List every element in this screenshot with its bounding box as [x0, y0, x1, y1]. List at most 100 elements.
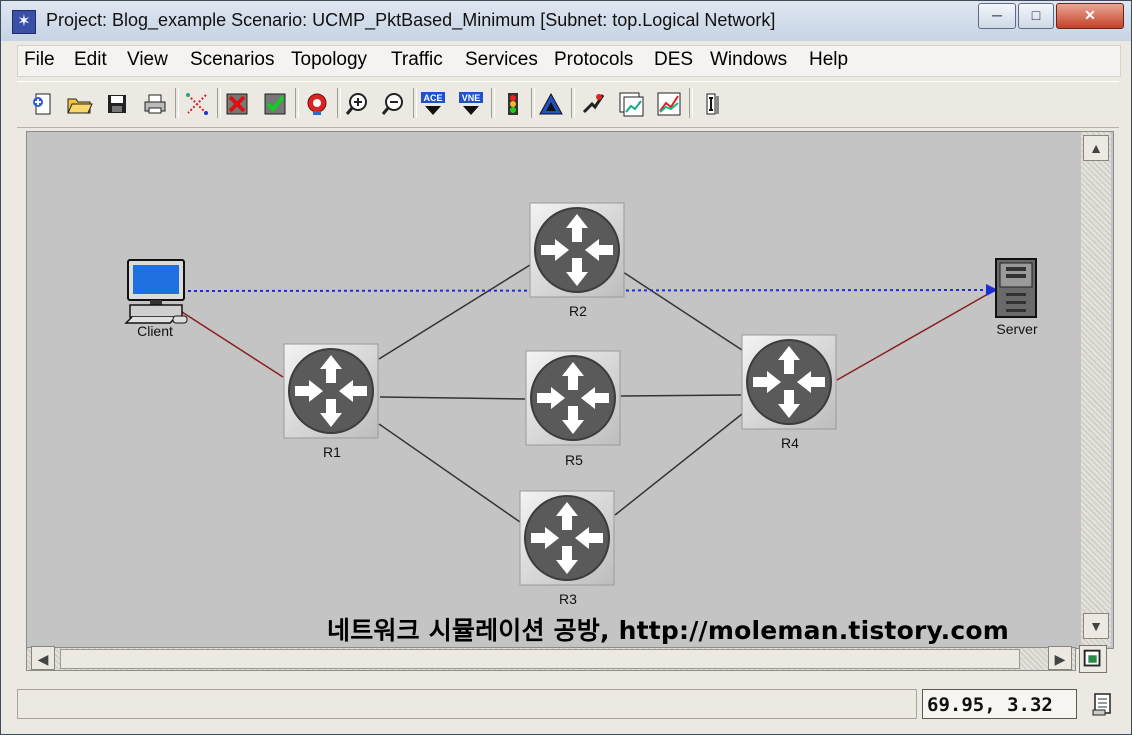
- toolbar-separator: [217, 88, 221, 118]
- print-icon: [144, 94, 166, 114]
- node-server[interactable]: Server: [995, 258, 1038, 337]
- horizontal-scroll-thumb[interactable]: [60, 649, 1020, 669]
- link-client-r1[interactable]: [181, 311, 284, 378]
- menu-services[interactable]: Services: [465, 49, 538, 71]
- link-button[interactable]: [183, 90, 211, 118]
- link-r2-r4[interactable]: [622, 271, 743, 351]
- toolbar-separator: [491, 88, 495, 118]
- scroll-down-button[interactable]: ▼: [1083, 613, 1109, 639]
- message-log-button[interactable]: [1091, 691, 1115, 717]
- link-r4-server[interactable]: [836, 289, 996, 381]
- vne-button[interactable]: VNE: [457, 90, 485, 118]
- app-star-icon: ✶: [12, 10, 36, 34]
- node-client[interactable]: Client: [124, 259, 188, 339]
- menu-traffic[interactable]: Traffic: [391, 49, 443, 71]
- r3-label: R3: [559, 591, 577, 607]
- router-icon: [529, 202, 625, 298]
- application-window: ✶ Project: Blog_example Scenario: UCMP_P…: [0, 0, 1132, 735]
- router-icon: [741, 334, 837, 430]
- node-r4[interactable]: R4: [741, 334, 837, 451]
- fail-node-button[interactable]: [223, 90, 251, 118]
- verify-links-icon: [264, 93, 286, 115]
- menu-help[interactable]: Help: [809, 49, 848, 71]
- run-simulation-icon: [582, 94, 605, 114]
- open-folder-icon: [67, 98, 93, 114]
- traffic-light-button[interactable]: [499, 90, 527, 118]
- svg-text:ACE: ACE: [423, 93, 442, 103]
- node-r2[interactable]: R2: [529, 202, 625, 319]
- status-bar: 69.95, 3.32: [17, 689, 1119, 721]
- print-button[interactable]: [141, 90, 169, 118]
- ace-icon: ACE: [421, 92, 445, 115]
- save-icon: [108, 95, 126, 113]
- horizontal-scrollbar[interactable]: ◀ ▶: [26, 646, 1076, 671]
- configure-button[interactable]: [303, 90, 331, 118]
- link-r1-r5[interactable]: [379, 396, 526, 400]
- menu-scenarios[interactable]: Scenarios: [190, 49, 275, 71]
- new-project-icon: [33, 93, 51, 115]
- zoom-out-button[interactable]: [379, 90, 407, 118]
- zoom-out-icon: [381, 93, 403, 115]
- save-button[interactable]: [103, 90, 131, 118]
- node-r1[interactable]: R1: [283, 343, 379, 460]
- workstation-icon: [124, 259, 188, 324]
- graph-results-button[interactable]: [655, 90, 683, 118]
- r5-label: R5: [565, 452, 583, 468]
- r2-label: R2: [569, 303, 587, 319]
- menu-windows[interactable]: Windows: [710, 49, 787, 71]
- link-r1-r2[interactable]: [378, 264, 531, 360]
- view-results-icon: [619, 92, 644, 117]
- link-r1-r3[interactable]: [378, 423, 521, 523]
- project-workspace[interactable]: Client R1 R2 R5 R3 R4 Server ▲ ▼: [26, 131, 1114, 649]
- ace-button[interactable]: ACE: [419, 90, 447, 118]
- new-project-button[interactable]: [29, 90, 57, 118]
- view-results-button[interactable]: [617, 90, 645, 118]
- link-r3-r4[interactable]: [614, 413, 743, 516]
- info-icon: [706, 93, 719, 115]
- toolbar-separator: [689, 88, 693, 118]
- network-canvas[interactable]: Client R1 R2 R5 R3 R4 Server: [27, 132, 1079, 646]
- link-r5-r4[interactable]: [620, 394, 742, 397]
- overview-button[interactable]: [1079, 645, 1107, 673]
- scroll-right-button[interactable]: ▶: [1048, 646, 1072, 670]
- title-bar[interactable]: ✶ Project: Blog_example Scenario: UCMP_P…: [1, 1, 1131, 41]
- menu-protocols[interactable]: Protocols: [554, 49, 633, 71]
- server-icon: [995, 258, 1037, 318]
- toolbar-separator: [413, 88, 417, 118]
- zoom-in-icon: [345, 93, 367, 115]
- vertical-scrollbar[interactable]: ▲ ▼: [1081, 132, 1111, 646]
- menu-des[interactable]: DES: [654, 49, 693, 71]
- r1-label: R1: [323, 444, 341, 460]
- configure-icon: [307, 93, 327, 115]
- zoom-in-button[interactable]: [343, 90, 371, 118]
- menu-topology[interactable]: Topology: [291, 49, 367, 71]
- status-message-area: [17, 689, 917, 719]
- menu-edit[interactable]: Edit: [74, 49, 107, 71]
- maximize-button[interactable]: □: [1018, 3, 1054, 29]
- toolbar-separator: [295, 88, 299, 118]
- node-r5[interactable]: R5: [525, 350, 621, 468]
- minimize-button[interactable]: ─: [978, 3, 1016, 29]
- fail-node-icon: [226, 93, 248, 115]
- scroll-up-button[interactable]: ▲: [1083, 135, 1109, 161]
- router-icon: [283, 343, 379, 439]
- open-button[interactable]: [65, 90, 93, 118]
- svg-text:VNE: VNE: [462, 93, 481, 103]
- info-button[interactable]: [697, 90, 725, 118]
- toolbar-separator: [337, 88, 341, 118]
- server-label: Server: [996, 321, 1038, 337]
- scroll-left-button[interactable]: ◀: [31, 646, 55, 670]
- close-button[interactable]: ✕: [1056, 3, 1124, 29]
- cursor-coordinates: 69.95, 3.32: [922, 689, 1077, 719]
- node-r3[interactable]: R3: [519, 490, 615, 607]
- menu-view[interactable]: View: [127, 49, 168, 71]
- graph-results-icon: [657, 92, 681, 116]
- nav-up-button[interactable]: [537, 90, 565, 118]
- verify-links-button[interactable]: [261, 90, 289, 118]
- toolbar: ACE VNE: [17, 81, 1119, 128]
- toolbar-separator: [571, 88, 575, 118]
- traffic-light-icon: [508, 93, 518, 115]
- menu-file[interactable]: File: [24, 49, 55, 71]
- run-simulation-button[interactable]: [579, 90, 607, 118]
- client-label: Client: [137, 323, 173, 339]
